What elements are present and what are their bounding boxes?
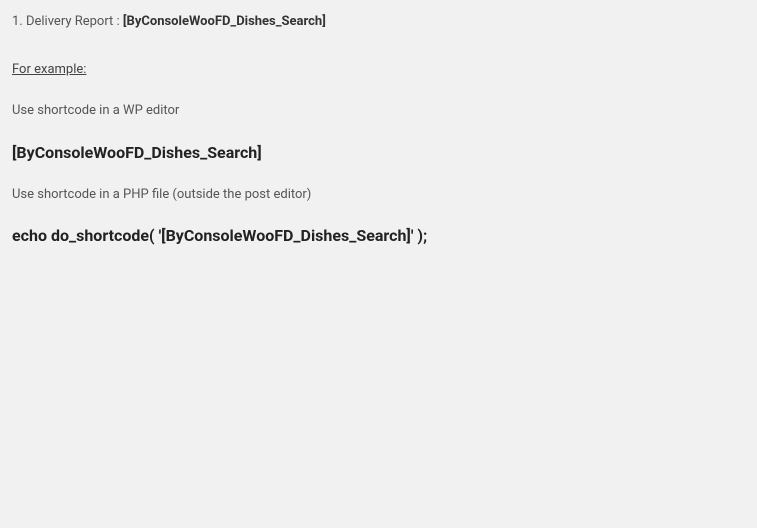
shortcode-display: [ByConsoleWooFD_Dishes_Search]	[12, 141, 745, 165]
example-heading: For example:	[12, 60, 745, 80]
php-code-display: echo do_shortcode( '[ByConsoleWooFD_Dish…	[12, 224, 745, 248]
shortcode-list-item: 1. Delivery Report : [ByConsoleWooFD_Dis…	[12, 12, 745, 32]
instruction-php-file: Use shortcode in a PHP file (outside the…	[12, 185, 745, 205]
list-shortcode: [ByConsoleWooFD_Dishes_Search]	[123, 14, 326, 29]
list-label: Delivery Report :	[26, 14, 120, 29]
instruction-wp-editor: Use shortcode in a WP editor	[12, 101, 745, 121]
list-number: 1.	[12, 14, 23, 29]
